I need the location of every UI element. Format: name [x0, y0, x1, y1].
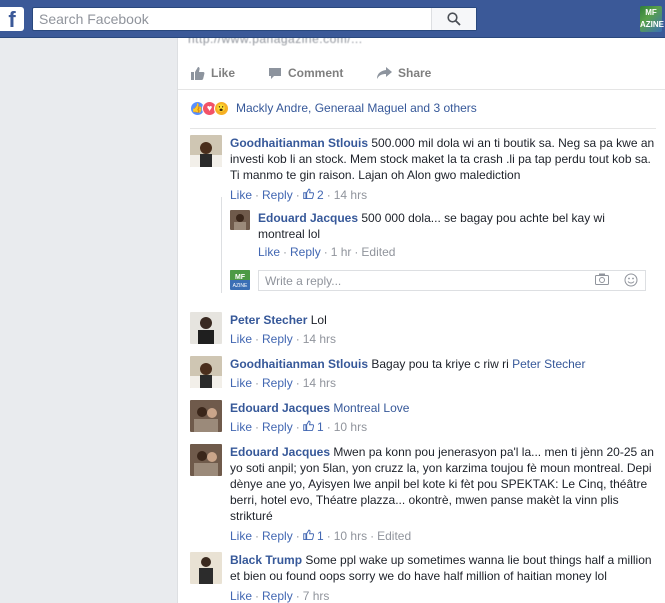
search-icon: [447, 12, 461, 26]
comment-meta: Like · Reply · 1 hr · Edited: [258, 245, 396, 259]
app-avatar-icon[interactable]: MF AZINE: [640, 6, 664, 32]
reply-link[interactable]: Reply: [262, 376, 293, 390]
like-link[interactable]: Like: [230, 529, 252, 543]
search-button[interactable]: [431, 8, 476, 30]
comment-likes-count[interactable]: 1: [302, 529, 324, 543]
thumbs-up-icon: [302, 529, 314, 541]
reply-link[interactable]: Reply: [262, 420, 293, 434]
comment-author[interactable]: Goodhaitianman Stlouis: [230, 136, 368, 150]
comment-author[interactable]: Edouard Jacques: [230, 401, 330, 415]
comment-meta: Like · Reply · 1 · 10 hrs: [230, 420, 368, 434]
write-reply-row: MF AZINE: [230, 270, 654, 292]
comment-time[interactable]: 10 hrs: [334, 529, 367, 543]
comment-icon: [269, 67, 281, 79]
avatar[interactable]: [190, 135, 222, 167]
like-link[interactable]: Like: [230, 420, 252, 434]
top-bar: f MFAZINE: [0, 0, 665, 38]
avatar[interactable]: [190, 444, 222, 476]
search-input[interactable]: [33, 8, 433, 30]
emoji-icon[interactable]: [624, 273, 638, 290]
comment-text: Edouard Jacques 500 000 dola... se bagay…: [258, 211, 605, 241]
comment-meta: Like · Reply · 14 hrs: [230, 376, 337, 390]
reply-link[interactable]: Reply: [262, 332, 293, 346]
post-card: http://www.panagazine.com/... Like Comme…: [177, 38, 665, 603]
comment-text: Edouard Jacques Montreal Love: [230, 400, 660, 416]
like-link[interactable]: Like: [230, 332, 252, 346]
like-action-button[interactable]: Like: [190, 66, 235, 80]
comment-author[interactable]: Edouard Jacques: [230, 445, 330, 459]
avatar[interactable]: [190, 552, 222, 584]
comment-action-button[interactable]: Comment: [268, 66, 343, 80]
post-actions: Like Comment Share: [178, 60, 665, 90]
comment-text: Goodhaitianman Stlouis 500.000 mil dola …: [230, 136, 655, 182]
comment-time[interactable]: 10 hrs: [334, 420, 367, 434]
reply-link[interactable]: Reply: [262, 589, 293, 603]
thumbs-up-icon: [191, 67, 205, 80]
comment-time[interactable]: 14 hrs: [303, 376, 336, 390]
comment-time[interactable]: 1 hr: [331, 245, 352, 259]
like-link[interactable]: Like: [230, 589, 252, 603]
camera-icon[interactable]: [595, 273, 609, 288]
post-link[interactable]: http://www.panagazine.com/...: [188, 38, 658, 46]
comment-meta: Like · Reply · 1 · 10 hrs · Edited: [230, 529, 412, 543]
avatar[interactable]: [190, 356, 222, 388]
comment-text: Black Trump Some ppl wake up sometimes w…: [230, 553, 652, 583]
edited-label[interactable]: Edited: [361, 245, 395, 259]
like-link[interactable]: Like: [230, 376, 252, 390]
avatar[interactable]: [230, 210, 250, 230]
comment-author[interactable]: Goodhaitianman Stlouis: [230, 357, 368, 371]
like-link[interactable]: Like: [258, 245, 280, 259]
facebook-logo-icon[interactable]: f: [0, 7, 24, 31]
edited-label[interactable]: Edited: [377, 529, 411, 543]
reply-link[interactable]: Reply: [262, 529, 293, 543]
reactions-names[interactable]: Mackly Andre, Generaal Maguel and 3 othe…: [236, 101, 477, 115]
mention-link[interactable]: Peter Stecher: [512, 357, 585, 371]
comment-text: Goodhaitianman Stlouis Bagay pou ta kriy…: [230, 357, 586, 371]
avatar[interactable]: [190, 400, 222, 432]
wow-reaction-icon: 😮: [214, 100, 229, 116]
share-icon: [377, 66, 392, 79]
comment-likes-count[interactable]: 1: [302, 420, 324, 434]
reactions-summary[interactable]: 👍 ♥ 😮 Mackly Andre, Generaal Maguel and …: [190, 98, 477, 118]
share-action-button[interactable]: Share: [377, 66, 431, 80]
comment-text: Edouard Jacques Mwen pa konn pou jeneras…: [230, 445, 654, 523]
comment-author[interactable]: Black Trump: [230, 553, 302, 567]
comment-meta: Like · Reply · 14 hrs: [230, 332, 337, 346]
comment-link[interactable]: Montreal Love: [333, 401, 409, 415]
thumbs-up-icon: [302, 420, 314, 432]
avatar[interactable]: [190, 312, 222, 344]
search-box: [32, 7, 477, 31]
comment-text: Peter Stecher Lol: [230, 313, 327, 327]
svg-text:AZINE: AZINE: [233, 283, 248, 289]
reply-link[interactable]: Reply: [290, 245, 321, 259]
write-reply-input[interactable]: [258, 270, 646, 291]
comment-author[interactable]: Peter Stecher: [230, 313, 307, 327]
comment-time[interactable]: 7 hrs: [303, 589, 330, 603]
comment-time[interactable]: 14 hrs: [303, 332, 336, 346]
divider: [190, 128, 656, 129]
current-user-avatar: MF AZINE: [230, 270, 250, 290]
comment-author[interactable]: Edouard Jacques: [258, 211, 358, 225]
comment-meta: Like · Reply · 7 hrs: [230, 589, 330, 603]
svg-text:MF: MF: [235, 274, 246, 281]
